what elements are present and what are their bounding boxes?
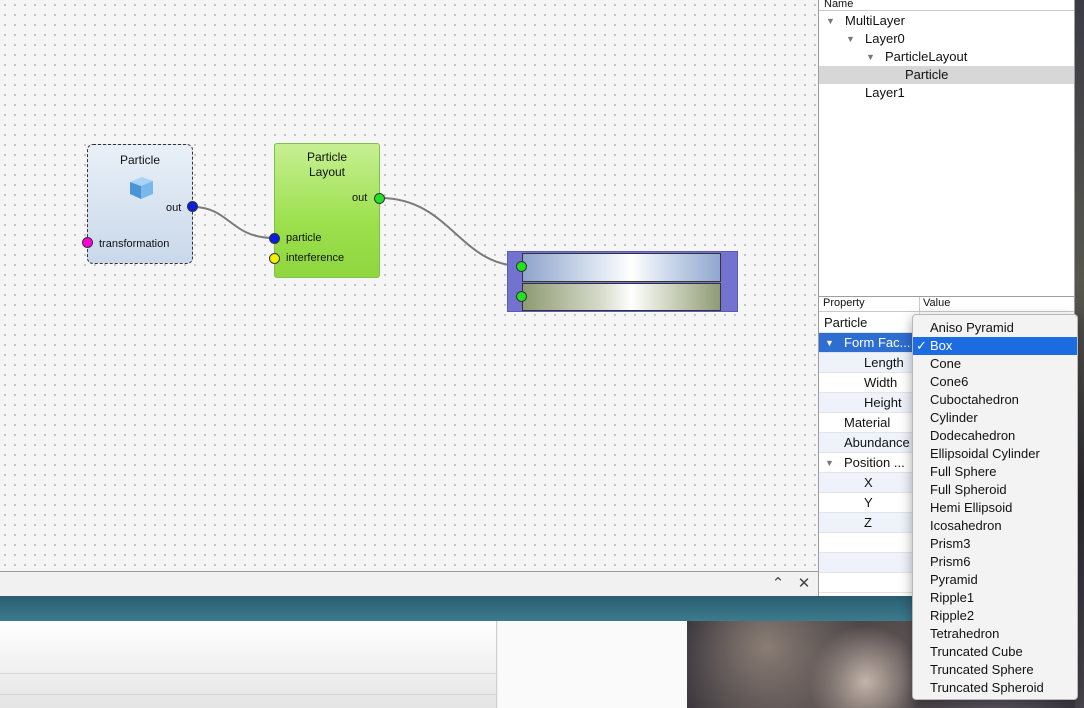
dropdown-option-truncated-cube[interactable]: Truncated Cube bbox=[913, 643, 1077, 661]
particle-node[interactable]: Particle out transformation bbox=[87, 144, 193, 264]
divider bbox=[0, 673, 497, 674]
transformation-port[interactable] bbox=[82, 237, 93, 248]
layout-particle-label: particle bbox=[286, 232, 322, 244]
property-label: Particle bbox=[824, 315, 868, 330]
particle-layout-title: Particle Layout bbox=[275, 150, 379, 180]
cube-icon bbox=[130, 177, 153, 199]
particle-layout-title-line2: Layout bbox=[308, 165, 346, 179]
layout-interference-label: interference bbox=[286, 252, 345, 264]
dropdown-option-full-sphere[interactable]: Full Sphere bbox=[913, 463, 1077, 481]
bottom-dock-bar: ⌃ ✕ bbox=[0, 571, 818, 596]
property-label: Position ... bbox=[844, 455, 905, 470]
layer0-node[interactable] bbox=[522, 253, 721, 282]
dropdown-option-box[interactable]: ✓ Box bbox=[913, 337, 1077, 355]
dropdown-option-ripple1[interactable]: Ripple1 bbox=[913, 589, 1077, 607]
desktop-background bbox=[0, 596, 912, 621]
layout-out-port[interactable] bbox=[374, 193, 385, 204]
disclosure-down-icon[interactable]: ▼ bbox=[846, 30, 855, 48]
tree-item-layer1[interactable]: Layer1 bbox=[819, 84, 1074, 102]
dropdown-option-ripple2[interactable]: Ripple2 bbox=[913, 607, 1077, 625]
particle-layout-node[interactable]: Particle Layout out particle interferenc… bbox=[274, 143, 380, 278]
dropdown-option-dodecahedron[interactable]: Dodecahedron bbox=[913, 427, 1077, 445]
tree-item-label: Layer0 bbox=[865, 31, 905, 46]
particle-out-port[interactable] bbox=[187, 201, 198, 212]
value-column-header[interactable]: Value bbox=[923, 297, 950, 310]
tree-header-name[interactable]: Name bbox=[819, 0, 1074, 11]
property-table-header: Property Value bbox=[819, 297, 1074, 312]
dropdown-option-prism6[interactable]: Prism6 bbox=[913, 553, 1077, 571]
dropdown-option-truncated-sphere[interactable]: Truncated Sphere bbox=[913, 661, 1077, 679]
property-label: Abundance bbox=[844, 435, 910, 450]
wire-layout-to-multilayer[interactable] bbox=[379, 197, 522, 267]
property-label: Form Fac... bbox=[844, 335, 911, 350]
dropdown-option-prism3[interactable]: Prism3 bbox=[913, 535, 1077, 553]
particle-node-title: Particle bbox=[119, 153, 160, 167]
dropdown-option-tetrahedron[interactable]: Tetrahedron bbox=[913, 625, 1077, 643]
disclosure-down-icon[interactable]: ▼ bbox=[825, 333, 834, 353]
property-label: Material bbox=[844, 415, 891, 430]
dropdown-option-cuboctahedron[interactable]: Cuboctahedron bbox=[913, 391, 1077, 409]
dropdown-option-ellipsoidal-cylinder[interactable]: Ellipsoidal Cylinder bbox=[913, 445, 1077, 463]
tree-item-layer0[interactable]: ▼ Layer0 bbox=[819, 30, 1074, 48]
layer1-node[interactable] bbox=[522, 283, 721, 311]
node-editor-canvas[interactable]: Particle out transformation Particle Lay… bbox=[0, 0, 818, 571]
disclosure-down-icon[interactable]: ▼ bbox=[866, 48, 875, 66]
transformation-label: transformation bbox=[99, 238, 170, 250]
form-factor-dropdown-menu[interactable]: Aniso Pyramid ✓ Box Cone Cone6 Cuboctahe… bbox=[912, 314, 1078, 700]
disclosure-down-icon[interactable]: ▼ bbox=[826, 12, 835, 30]
dropdown-option-cone6[interactable]: Cone6 bbox=[913, 373, 1077, 391]
property-label: Length bbox=[864, 355, 904, 370]
dropdown-option-cone[interactable]: Cone bbox=[913, 355, 1077, 373]
dropdown-option-label: Box bbox=[930, 338, 953, 353]
layout-interference-port[interactable] bbox=[269, 253, 280, 264]
background-window-pane bbox=[498, 621, 687, 708]
divider bbox=[0, 694, 497, 695]
layer0-layout-port[interactable] bbox=[516, 261, 527, 272]
layout-out-label: out bbox=[352, 192, 368, 204]
background-window bbox=[0, 621, 687, 708]
property-label: Z bbox=[864, 515, 872, 530]
tree-item-label: ParticleLayout bbox=[885, 49, 968, 64]
dropdown-option-pyramid[interactable]: Pyramid bbox=[913, 571, 1077, 589]
dropdown-option-full-spheroid[interactable]: Full Spheroid bbox=[913, 481, 1077, 499]
tree-item-multilayer[interactable]: ▼ MultiLayer bbox=[819, 12, 1074, 30]
dropdown-option-truncated-spheroid[interactable]: Truncated Spheroid bbox=[913, 679, 1077, 697]
tree-item-label: Layer1 bbox=[865, 85, 905, 100]
property-label: Width bbox=[864, 375, 898, 390]
checkmark-icon: ✓ bbox=[916, 338, 927, 353]
property-label: X bbox=[864, 475, 873, 490]
dropdown-option-icosahedron[interactable]: Icosahedron bbox=[913, 517, 1077, 535]
property-column-header[interactable]: Property bbox=[823, 297, 865, 310]
dropdown-option-hemi-ellipsoid[interactable]: Hemi Ellipsoid bbox=[913, 499, 1077, 517]
particle-out-label: out bbox=[166, 202, 182, 214]
disclosure-down-icon[interactable]: ▼ bbox=[825, 453, 834, 473]
chevron-up-icon[interactable]: ⌃ bbox=[769, 574, 787, 594]
layout-particle-port[interactable] bbox=[269, 233, 280, 244]
dropdown-option-cylinder[interactable]: Cylinder bbox=[913, 409, 1077, 427]
close-icon[interactable]: ✕ bbox=[795, 574, 813, 594]
tree-item-particlelayout[interactable]: ▼ ParticleLayout bbox=[819, 48, 1074, 66]
dropdown-option-aniso-pyramid[interactable]: Aniso Pyramid bbox=[913, 319, 1077, 337]
property-label: Y bbox=[864, 495, 873, 510]
multilayer-node[interactable] bbox=[507, 251, 738, 312]
particle-layout-title-line1: Particle bbox=[306, 150, 347, 164]
property-label: Height bbox=[864, 395, 902, 410]
tree-item-particle[interactable]: Particle bbox=[819, 66, 1074, 84]
sample-tree-panel: Name ▼ MultiLayer ▼ Layer0 ▼ ParticleLay… bbox=[818, 0, 1075, 296]
tree-item-label: Particle bbox=[905, 67, 949, 82]
layer1-layout-port[interactable] bbox=[516, 291, 527, 302]
wire-particle-to-layout[interactable] bbox=[192, 206, 275, 239]
column-divider bbox=[919, 297, 920, 312]
tree-item-label: MultiLayer bbox=[845, 13, 905, 28]
